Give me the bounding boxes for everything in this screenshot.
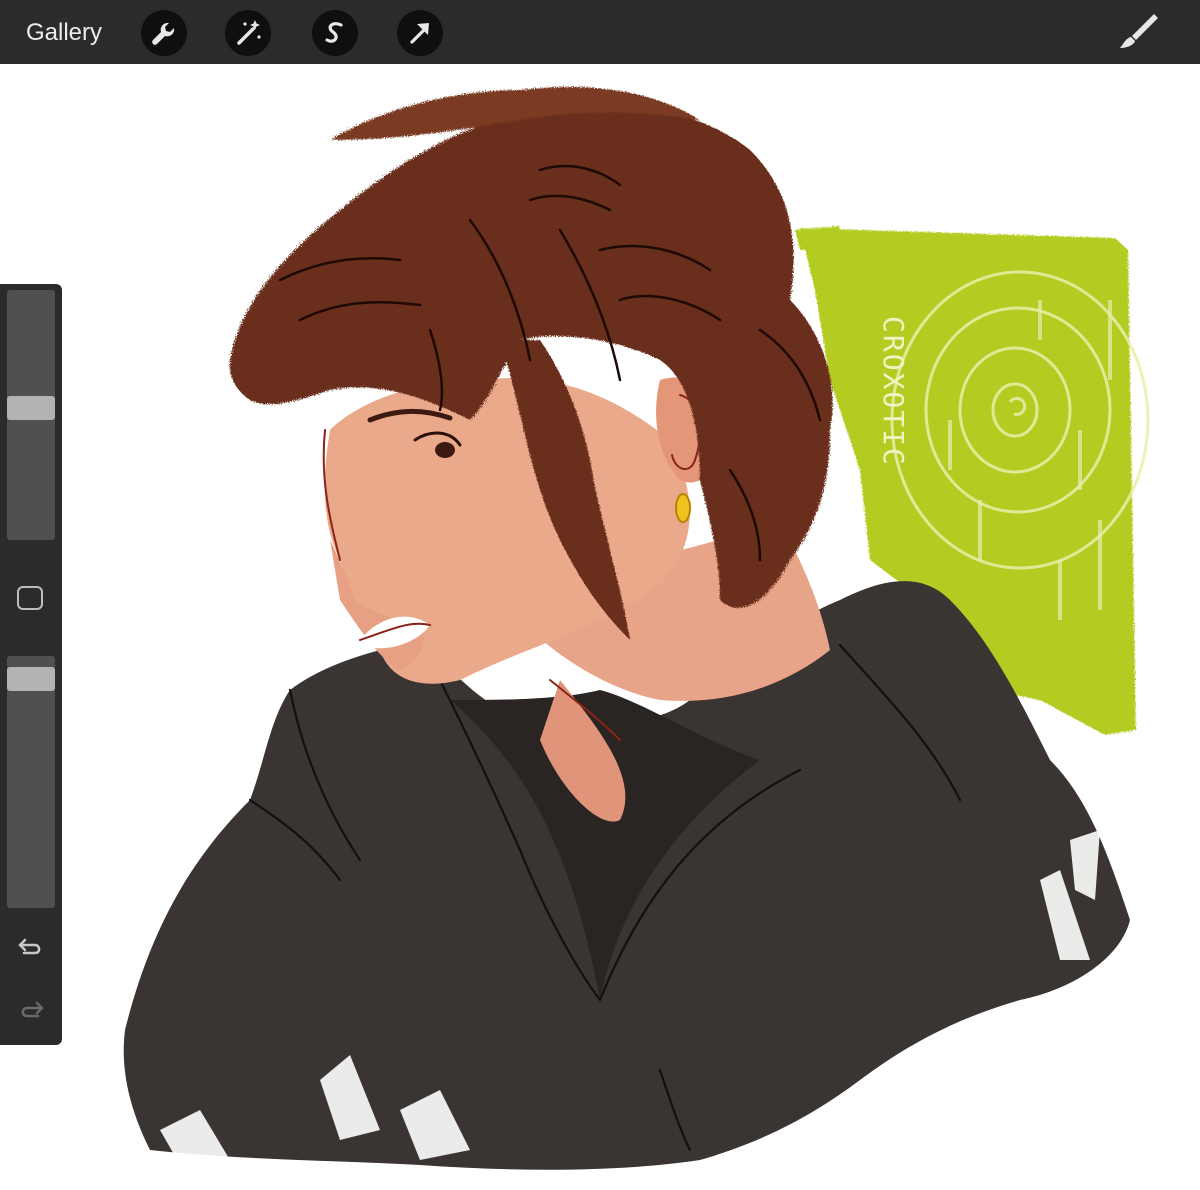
undo-button[interactable] [15, 931, 47, 959]
brush-size-slider-thumb[interactable] [7, 396, 55, 421]
magic-wand-icon [237, 20, 261, 45]
opacity-slider-thumb[interactable] [7, 667, 55, 692]
adjustments-button[interactable] [225, 10, 271, 56]
top-toolbar: Gallery [0, 0, 1200, 64]
redo-button[interactable] [15, 994, 47, 1022]
undo-icon [18, 938, 41, 955]
eye-pupil [435, 442, 455, 458]
modify-button[interactable] [17, 586, 43, 610]
brush-icon [1120, 14, 1158, 48]
brush-size-slider[interactable] [7, 290, 55, 540]
actions-button[interactable] [141, 10, 187, 56]
brush-button[interactable] [1110, 8, 1166, 58]
selection-button[interactable] [312, 10, 358, 56]
artist-signature: CROXOTIC [877, 316, 910, 467]
gold-earring [675, 493, 691, 523]
gallery-button[interactable]: Gallery [26, 19, 102, 47]
drawing-canvas[interactable]: CROXOTIC [0, 64, 1200, 1190]
opacity-slider[interactable] [7, 656, 55, 908]
artwork-illustration: CROXOTIC [123, 86, 1150, 1170]
left-sidebar [0, 284, 62, 1045]
wrench-icon [152, 22, 175, 45]
arrow-cursor-icon [410, 23, 429, 44]
selection-s-icon [325, 22, 343, 43]
transform-button[interactable] [397, 10, 443, 56]
redo-icon [21, 1001, 44, 1018]
